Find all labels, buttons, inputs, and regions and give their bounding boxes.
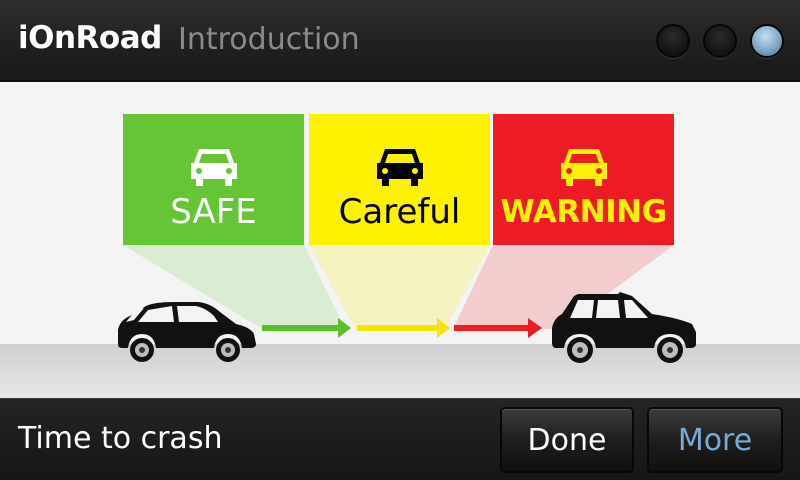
safe-zone-box: SAFE [123, 114, 304, 245]
page-title: Introduction [178, 22, 360, 57]
careful-zone-box: Careful [309, 114, 490, 245]
car-icon [560, 149, 607, 186]
warning-zone-label: WARNING [500, 194, 667, 230]
page-indicator-dot-1[interactable] [656, 24, 690, 58]
intro-illustration: SAFE Careful WARNING [0, 82, 800, 398]
car-icon [190, 149, 237, 186]
page-indicator [656, 24, 784, 58]
done-button[interactable]: Done [500, 407, 634, 473]
page-indicator-dot-2[interactable] [703, 24, 737, 58]
hatchback-car-icon [118, 302, 256, 362]
careful-zone-label: Careful [338, 192, 461, 232]
app-name: iOnRoad [18, 20, 162, 56]
more-button[interactable]: More [647, 407, 783, 473]
warning-zone-box: WARNING [493, 114, 674, 245]
bottom-bar: Time to crash Done More [0, 398, 800, 480]
safe-zone-label: SAFE [170, 192, 257, 232]
caption-text: Time to crash [18, 421, 223, 456]
page-indicator-dot-3-active[interactable] [750, 24, 784, 58]
car-icon [376, 149, 423, 186]
suv-icon [552, 292, 696, 363]
title-bar: iOnRoad Introduction [0, 0, 800, 82]
